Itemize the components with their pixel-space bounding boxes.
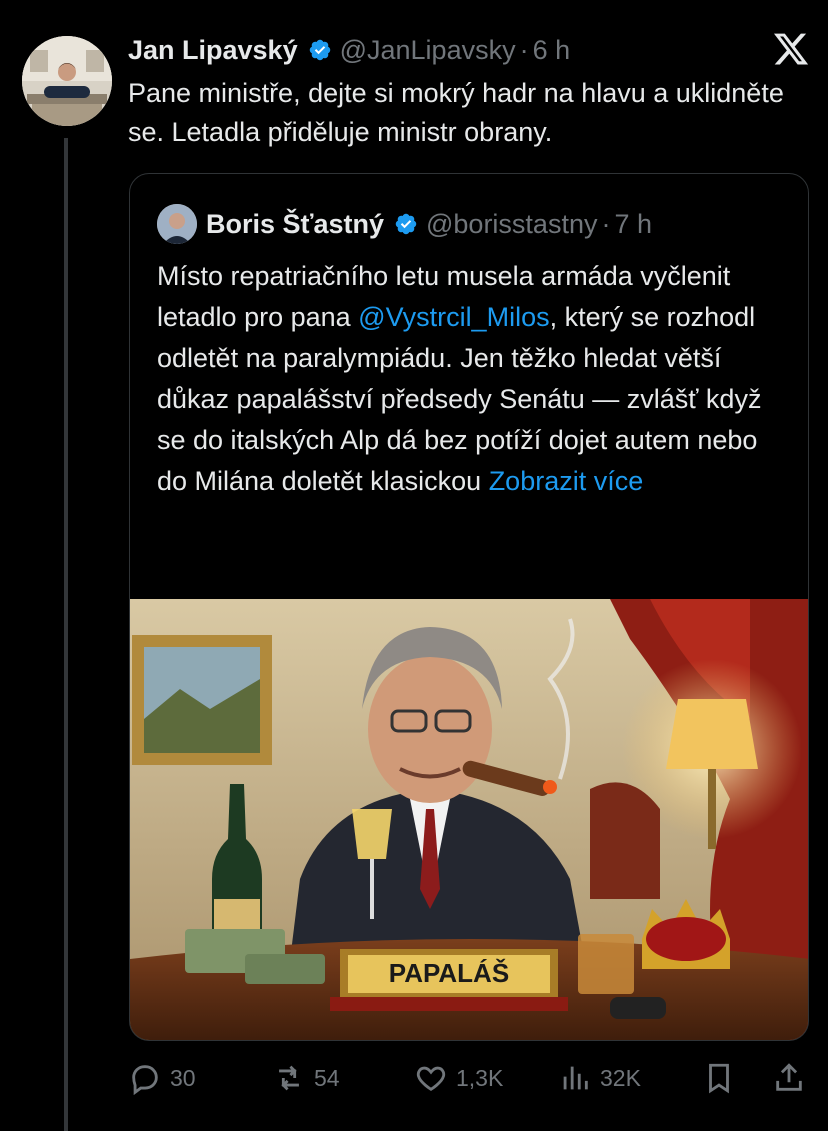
- quoted-tweet-image[interactable]: PAPALÁŠ: [130, 599, 809, 1041]
- bookmark-button[interactable]: [702, 1058, 744, 1098]
- share-button[interactable]: [772, 1058, 814, 1098]
- views-button[interactable]: 32K: [558, 1058, 641, 1098]
- x-logo-icon[interactable]: [772, 30, 810, 68]
- quoted-author-handle[interactable]: @borisstastny: [426, 209, 597, 240]
- thread-line: [64, 138, 68, 1131]
- image-sign-text: PAPALÁŠ: [389, 958, 509, 988]
- share-icon: [776, 1063, 802, 1091]
- tweet-actions: 30 54 1,3K 32K: [128, 1058, 818, 1098]
- separator-dot: ·: [519, 34, 529, 65]
- quoted-tweet-time[interactable]: 7 h: [614, 209, 652, 240]
- show-more-link[interactable]: Zobrazit více: [489, 466, 644, 496]
- views-count: 32K: [600, 1064, 641, 1091]
- like-icon: [416, 1066, 446, 1091]
- quoted-tweet-header: Boris Šťastný @borisstastny · 7 h: [157, 204, 652, 244]
- author-name[interactable]: Jan Lipavský: [128, 35, 298, 66]
- like-count: 1,3K: [456, 1064, 504, 1091]
- author-avatar[interactable]: [22, 36, 112, 126]
- repost-icon: [279, 1065, 299, 1091]
- separator-dot: ·: [601, 208, 611, 239]
- repost-count: 54: [314, 1064, 340, 1091]
- bookmark-icon: [709, 1063, 729, 1094]
- tweet-text: Pane ministře, dejte si mokrý hadr na hl…: [128, 78, 784, 147]
- tweet-header: Jan Lipavský @JanLipavsky · 6 h: [128, 30, 570, 70]
- quoted-tweet-card[interactable]: Boris Šťastný @borisstastny · 7 h Místo …: [129, 173, 809, 1041]
- quoted-author-avatar[interactable]: [157, 204, 197, 244]
- reply-button[interactable]: 30: [128, 1058, 196, 1098]
- reply-count: 30: [170, 1064, 196, 1091]
- views-icon: [563, 1066, 588, 1090]
- verified-badge-icon: [309, 39, 330, 61]
- like-button[interactable]: 1,3K: [414, 1058, 503, 1098]
- verified-badge-icon: [395, 213, 417, 235]
- author-handle[interactable]: @JanLipavsky: [340, 35, 516, 66]
- quoted-author-name[interactable]: Boris Šťastný: [206, 209, 384, 240]
- quoted-tweet-text: Místo repatriačního letu musela armáda v…: [157, 256, 787, 502]
- tweet-time[interactable]: 6 h: [533, 35, 571, 66]
- mention-link[interactable]: @Vystrcil_Milos: [358, 302, 549, 332]
- repost-button[interactable]: 54: [272, 1058, 340, 1098]
- reply-icon: [132, 1065, 158, 1095]
